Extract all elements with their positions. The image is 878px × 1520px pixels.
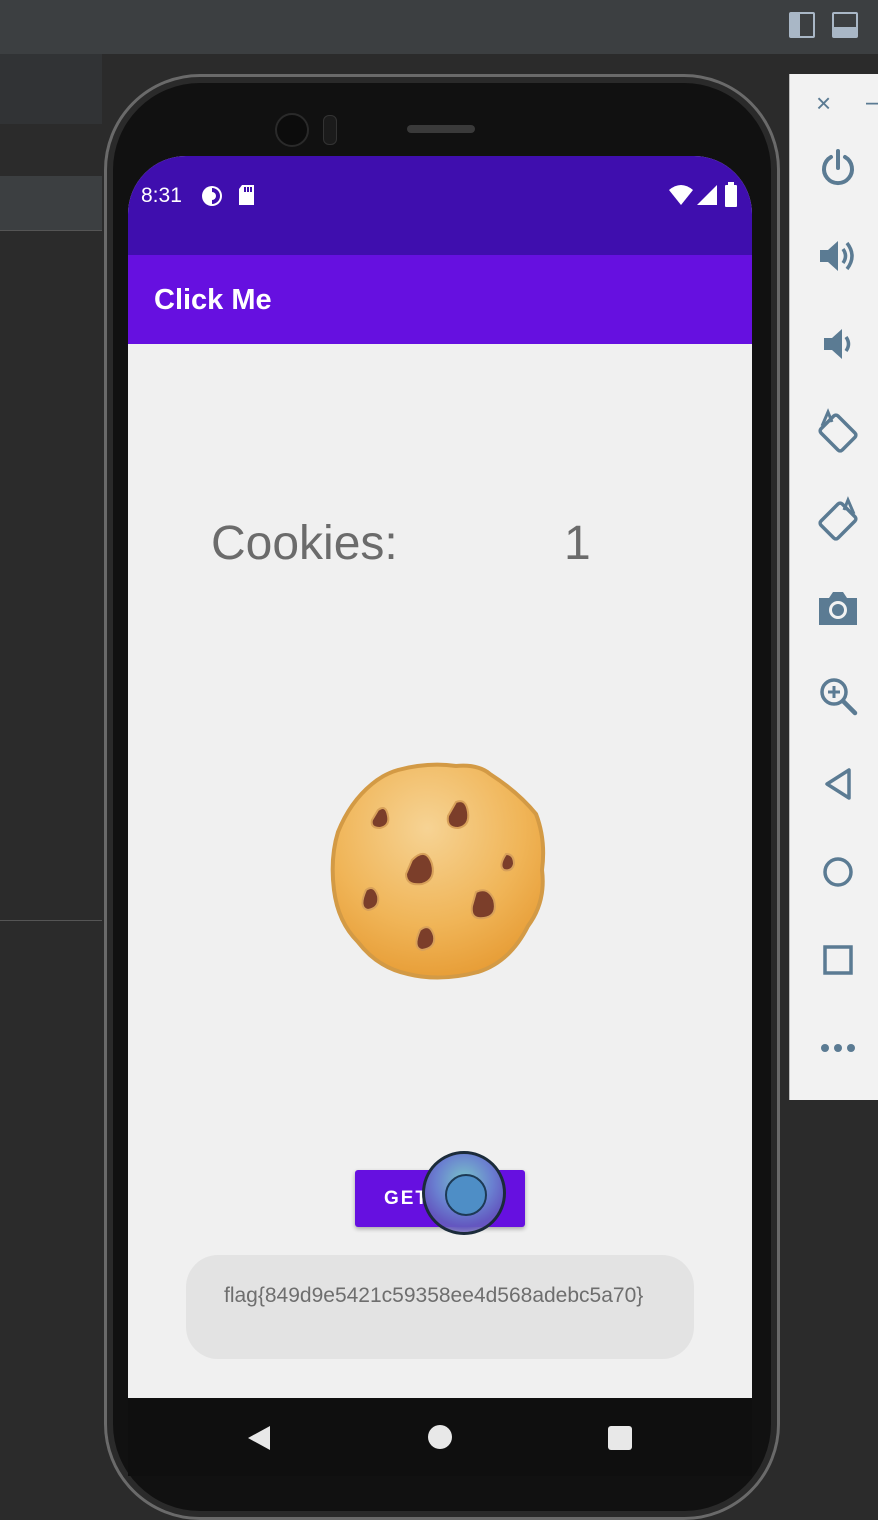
power-button[interactable] — [814, 144, 862, 192]
sd-card-icon — [239, 185, 254, 205]
flag-output-box: flag{849d9e5421c59358ee4d568adebc5a70} — [186, 1255, 694, 1359]
cookies-label: Cookies: — [211, 517, 398, 570]
rotate-right-icon — [818, 496, 858, 541]
volume-up-icon — [820, 241, 854, 271]
overview-button[interactable] — [814, 936, 862, 984]
touch-indicator-dot — [445, 1174, 487, 1216]
more-icon — [821, 1044, 855, 1052]
wifi-icon — [669, 185, 693, 205]
phone-screen: 8:31 Click Me Cookies: 1 GET flag{849d9e… — [128, 156, 752, 1476]
front-camera-icon — [275, 113, 309, 147]
signal-icon — [697, 185, 717, 205]
ide-side-panel — [0, 54, 102, 124]
volume-up-button[interactable] — [814, 232, 862, 280]
earpiece-speaker — [407, 125, 475, 133]
home-icon — [823, 857, 853, 887]
sensor-icon — [323, 115, 337, 145]
cookie-button[interactable] — [328, 762, 552, 982]
screenshot-button[interactable] — [814, 584, 862, 632]
camera-icon — [819, 592, 857, 625]
zoom-icon — [820, 678, 858, 716]
layout-split-left-icon[interactable] — [789, 12, 815, 38]
flag-text: flag{849d9e5421c59358ee4d568adebc5a70} — [224, 1284, 644, 1307]
more-button[interactable] — [814, 1024, 862, 1072]
close-button[interactable]: × — [816, 88, 831, 119]
back-icon — [825, 768, 851, 800]
nav-back-icon[interactable] — [246, 1425, 272, 1451]
ide-side-panel — [0, 920, 102, 1467]
home-button[interactable] — [814, 848, 862, 896]
ide-toolbar — [0, 0, 878, 54]
ide-side-panel — [0, 176, 102, 230]
status-time: 8:31 — [141, 184, 182, 207]
overview-icon — [823, 945, 853, 975]
rotate-left-button[interactable] — [814, 408, 862, 456]
ide-side-panel — [0, 230, 102, 921]
status-bar: 8:31 — [128, 156, 752, 255]
data-saver-icon — [202, 186, 222, 206]
navigation-bar — [128, 1398, 752, 1476]
app-title: Click Me — [154, 284, 272, 316]
nav-home-icon[interactable] — [428, 1425, 452, 1449]
emulator-toolbar: × – — [789, 74, 878, 1100]
volume-down-icon — [824, 329, 851, 359]
rotate-left-icon — [818, 408, 858, 453]
battery-icon — [725, 182, 737, 207]
power-icon — [822, 149, 854, 186]
minimize-button[interactable]: – — [866, 86, 878, 117]
back-button[interactable] — [814, 760, 862, 808]
layout-split-bottom-icon[interactable] — [832, 12, 858, 38]
cookies-count: 1 — [564, 517, 591, 570]
touch-indicator — [422, 1151, 506, 1235]
volume-down-button[interactable] — [814, 320, 862, 368]
zoom-button[interactable] — [814, 672, 862, 720]
ide-side-panel — [0, 124, 102, 176]
rotate-right-button[interactable] — [814, 496, 862, 544]
nav-overview-icon[interactable] — [608, 1426, 632, 1450]
